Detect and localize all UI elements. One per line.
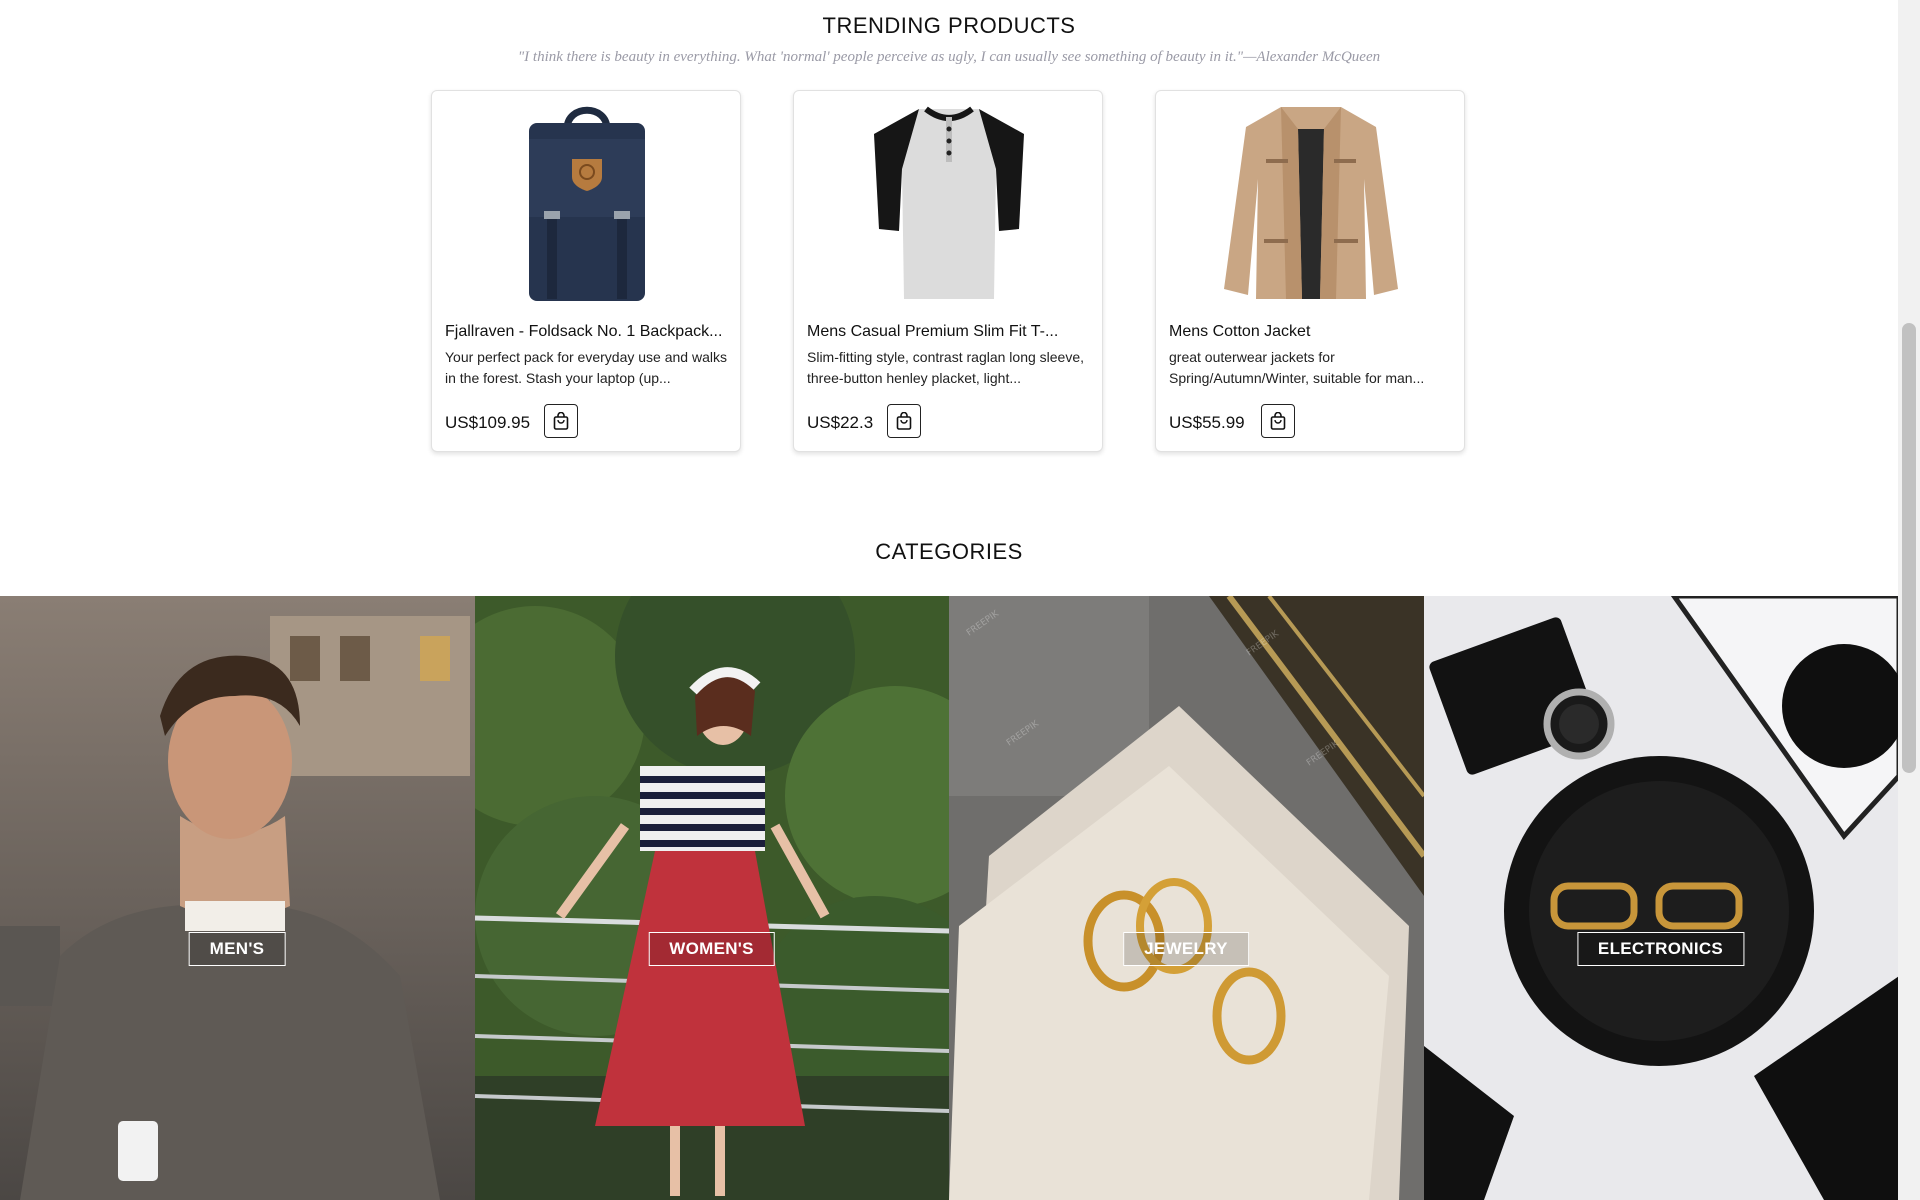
electronics-category-image [1423, 596, 1898, 1200]
page: TRENDING PRODUCTS "I think there is beau… [0, 0, 1898, 1200]
category-label-jewelry[interactable]: JEWELRY [1123, 932, 1249, 966]
jacket-image[interactable] [1156, 99, 1466, 304]
add-to-cart-button[interactable] [887, 404, 921, 438]
categories-title: CATEGORIES [875, 539, 1023, 564]
product-price: US$109.95 [445, 413, 531, 432]
product-price: US$22.3 [807, 413, 874, 432]
backpack-image[interactable] [432, 99, 742, 304]
product-name[interactable]: Mens Casual Premium Slim Fit T-... [807, 323, 1093, 341]
scrollbar-thumb[interactable] [1902, 323, 1916, 773]
tshirt-image[interactable] [794, 99, 1104, 304]
category-label-mens[interactable]: MEN'S [188, 932, 286, 966]
vertical-scrollbar[interactable] [1898, 0, 1920, 1200]
product-name[interactable]: Mens Cotton Jacket [1169, 323, 1455, 341]
category-tile-electronics[interactable]: ELECTRONICS [1423, 596, 1898, 1200]
product-description: Slim-fitting style, contrast raglan long… [807, 349, 1085, 386]
product-card[interactable]: Mens Casual Premium Slim Fit T-... Slim-… [793, 90, 1103, 452]
womens-category-image [474, 596, 949, 1200]
shopping-bag-icon [553, 412, 569, 430]
product-card[interactable]: Mens Cotton Jacket great outerwear jacke… [1155, 90, 1465, 452]
category-tile-jewelry[interactable]: FREEPIK FREEPIK FREEPIK FREEPIK JEWELRY [949, 596, 1424, 1200]
product-description: great outerwear jackets for Spring/Autum… [1169, 349, 1425, 386]
category-label-womens[interactable]: WOMEN'S [648, 932, 775, 966]
add-to-cart-button[interactable] [1261, 404, 1295, 438]
product-description: Your perfect pack for everyday use and w… [445, 349, 727, 386]
add-to-cart-button[interactable] [544, 404, 578, 438]
shopping-bag-icon [1270, 412, 1286, 430]
category-tile-womens[interactable]: WOMEN'S [474, 596, 949, 1200]
mens-category-image [0, 596, 475, 1200]
trending-quote: "I think there is beauty in everything. … [517, 49, 1381, 65]
shopping-bag-icon [896, 412, 912, 430]
product-price: US$55.99 [1169, 413, 1245, 432]
category-label-electronics[interactable]: ELECTRONICS [1576, 932, 1745, 966]
trending-products-title: TRENDING PRODUCTS [822, 13, 1076, 38]
category-grid: MEN'S WOMEN'S FREEPIK FREEPIK FREEPIK FR… [0, 596, 1898, 1200]
jewelry-category-image: FREEPIK FREEPIK FREEPIK FREEPIK [949, 596, 1424, 1200]
product-card[interactable]: Fjallraven - Foldsack No. 1 Backpack... … [431, 90, 741, 452]
product-name[interactable]: Fjallraven - Foldsack No. 1 Backpack... [445, 323, 731, 341]
category-tile-mens[interactable]: MEN'S [0, 596, 475, 1200]
